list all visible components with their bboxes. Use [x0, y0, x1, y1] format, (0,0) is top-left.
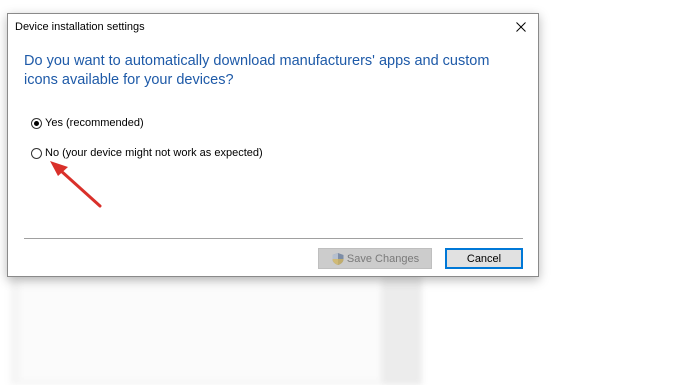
option-yes-label: Yes (recommended): [45, 117, 144, 129]
uac-shield-icon: [332, 252, 344, 265]
radio-selected-dot: [34, 120, 39, 126]
radio-yes[interactable]: [31, 117, 42, 129]
background-window-content: [20, 280, 380, 380]
option-no[interactable]: No (your device might not work as expect…: [31, 147, 263, 159]
red-arrow-annotation: [50, 161, 102, 208]
save-changes-label: Save Changes: [346, 252, 420, 265]
background-window: [10, 270, 422, 385]
close-button[interactable]: [504, 14, 538, 40]
device-installation-dialog: Device installation settings Do you want…: [7, 13, 539, 277]
dialog-titlebar: Device installation settings: [8, 14, 538, 42]
close-icon: [516, 22, 526, 32]
dialog-separator: [24, 238, 523, 239]
save-changes-button[interactable]: Save Changes: [318, 248, 432, 269]
screen: Device installation settings Do you want…: [0, 0, 700, 385]
dialog-question: Do you want to automatically download ma…: [24, 53, 490, 88]
option-yes[interactable]: Yes (recommended): [31, 117, 144, 129]
option-no-label: No (your device might not work as expect…: [45, 147, 263, 159]
cancel-button[interactable]: Cancel: [445, 248, 523, 269]
background-window-side: [382, 270, 422, 385]
radio-no[interactable]: [31, 147, 42, 159]
dialog-title: Device installation settings: [15, 21, 145, 33]
cancel-label: Cancel: [466, 252, 502, 265]
